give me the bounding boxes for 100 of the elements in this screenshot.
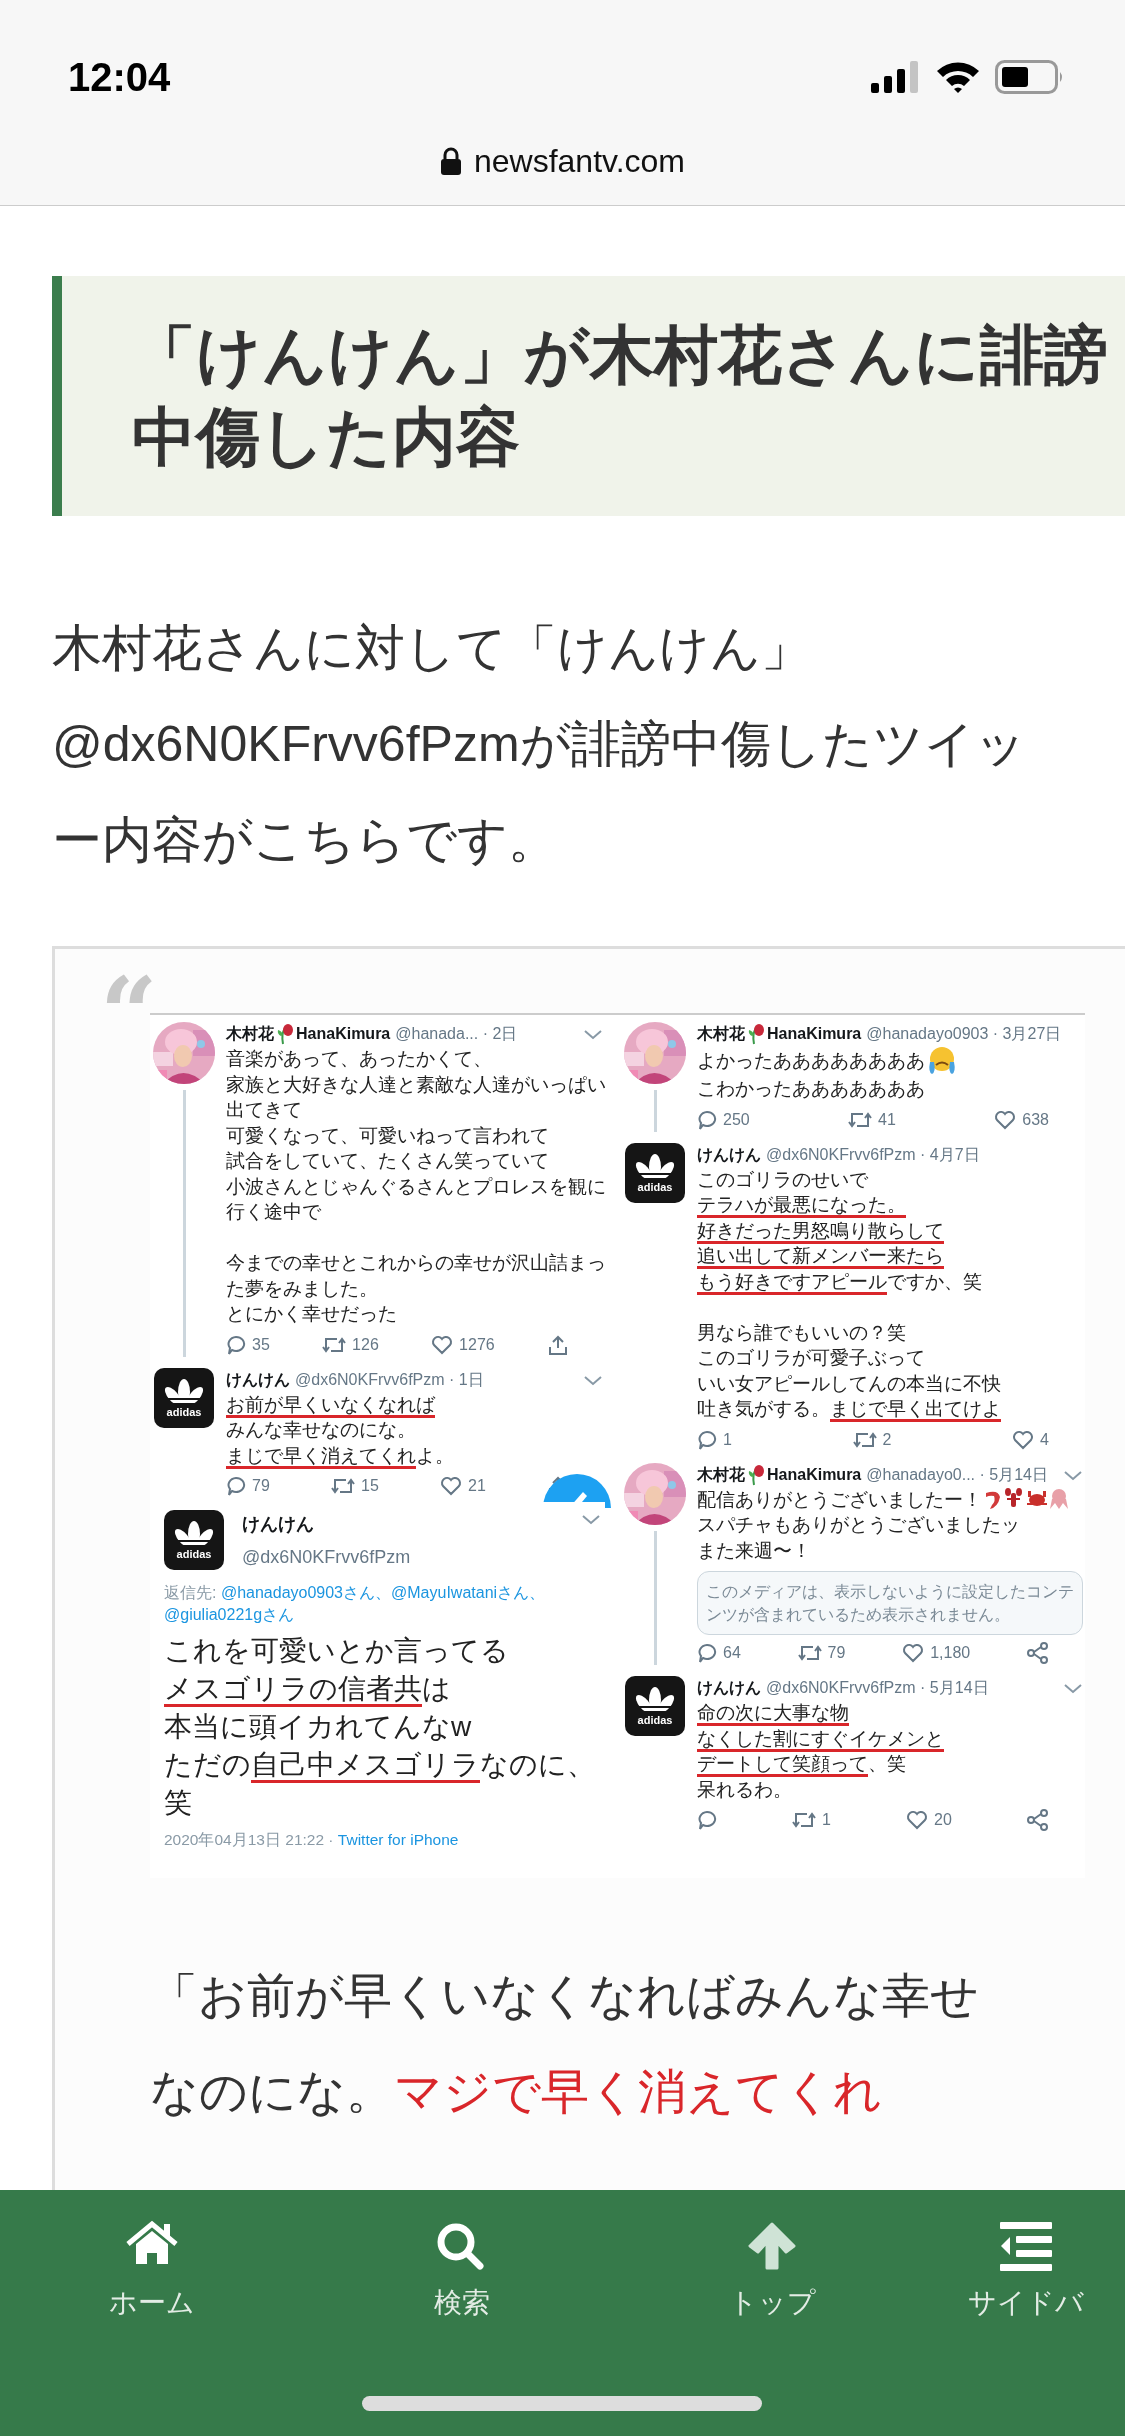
reply-count: 79 xyxy=(252,1476,270,1496)
nav-item[interactable]: ホーム xyxy=(0,2220,307,2320)
reply-icon xyxy=(697,1809,717,1831)
wifi-icon xyxy=(935,60,981,94)
share-icon xyxy=(1027,1642,1049,1664)
nav-item[interactable]: 検索 xyxy=(307,2220,617,2320)
retweet-count: 15 xyxy=(361,1476,379,1496)
tweet-meta: @hanadayo0903 · 3月27日 xyxy=(866,1024,1062,1044)
like-count: 638 xyxy=(1022,1109,1049,1130)
tweet-meta: @dx6N0KFrvv6fPzm · 5月14日 xyxy=(766,1678,989,1698)
heart-icon xyxy=(1012,1428,1035,1451)
battery-icon xyxy=(995,60,1065,94)
tweet-text-line: 男なら誰でもいいの？笑 xyxy=(697,1320,906,1345)
tweet-text-line: 行く途中で xyxy=(226,1200,321,1224)
like-count: 1276 xyxy=(459,1334,495,1355)
reply-to-text: 返信先: @hanadayo0903さん、@MayuIwataniさん、@giulia0221gさん xyxy=(164,1583,547,1625)
retweet-count: 126 xyxy=(352,1334,379,1355)
tweet-text-line: とにかく幸せだった xyxy=(226,1302,397,1326)
heart-icon xyxy=(431,1333,454,1356)
tweet-text-line: 本当に頭イカれてんなw xyxy=(164,1710,472,1744)
tweet-timestamp: 2020年04月13日 21:22 · Twitter for iPhone xyxy=(164,1830,460,1850)
tweet-text-line: テラハが最悪になった。 xyxy=(697,1192,906,1218)
reply-icon xyxy=(226,1333,246,1356)
heart-icon xyxy=(906,1809,929,1831)
user-name: けんけん xyxy=(697,1144,761,1165)
tweet-meta: @dx6N0KFrvv6fPzm · 4月7日 xyxy=(766,1144,980,1165)
user-name: 木村花 xyxy=(226,1024,274,1044)
tweet-text-line: みんな幸せなのにな。 xyxy=(226,1418,416,1442)
tweet-meta: @hanadayo0... · 5月14日 xyxy=(866,1464,1048,1485)
avatar-label: adidas xyxy=(176,1548,212,1560)
reply-count: 1 xyxy=(723,1429,732,1450)
lock-icon xyxy=(439,146,462,175)
user-name: けんけん xyxy=(226,1369,290,1390)
intro-paragraph: 木村花さんに対して「けんけん」 @dx6N0KFrvv6fPzmが誹謗中傷したツイッ ー内容がこちらです。 xyxy=(52,619,1027,870)
tweet-text-line: 可愛くなって、可愛いねって言われて xyxy=(226,1123,549,1148)
tweet-text-line: 追い出して新メンバー来たら xyxy=(697,1243,944,1269)
sidebar-icon xyxy=(998,2220,1054,2272)
tweet-text-line: た夢をみました。 xyxy=(226,1276,378,1301)
user-name: 木村花 xyxy=(697,1464,745,1485)
retweet-count: 2 xyxy=(882,1429,892,1450)
tweet-text-line: 今までの幸せとこれからの幸せが沢山詰まっ xyxy=(226,1251,606,1275)
tweet-meta: @hanada... · 2日 xyxy=(395,1024,518,1044)
tweet-text-line: ただの自己中メスゴリラ なのに、 xyxy=(164,1746,595,1784)
rose-icon xyxy=(276,1022,294,1046)
avatar-label: adidas xyxy=(637,1714,673,1726)
section-heading: 「けんけん」が木村花さんに誹謗 中傷した内容 xyxy=(52,276,1125,516)
quote-text: 「お前が早くいなくなればみんな幸せなのにな。マジで早く消えてくれ xyxy=(150,1968,980,2120)
rose-icon xyxy=(747,1022,765,1046)
tweet-text-line: まじで早く消えてくれよ。 xyxy=(226,1442,454,1468)
quote-mark: “ xyxy=(100,963,158,1013)
tweet-text-line: これを可愛いとか言ってる xyxy=(164,1634,509,1668)
tweet-text-line: 命の次に大事な物 xyxy=(697,1700,849,1726)
heart-icon xyxy=(994,1108,1017,1131)
tweet-text-line: また来週〜！ xyxy=(697,1538,811,1563)
user-name: 木村花 xyxy=(697,1024,745,1044)
like-count: 20 xyxy=(934,1810,952,1830)
trefoil-icon xyxy=(162,1377,206,1406)
reply-icon xyxy=(697,1428,717,1451)
tweet-text-line: 小波さんとじゃんぐるさんとプロレスを観に xyxy=(226,1174,606,1199)
like-count: 4 xyxy=(1040,1429,1049,1450)
page-url[interactable]: newsfantv.com xyxy=(473,136,685,185)
tweet-text-line: 呆れるわ。 xyxy=(697,1777,792,1802)
nav-item[interactable]: サイドバ xyxy=(927,2220,1125,2320)
tweet-text-line: もう好きですアピールですか、笑 xyxy=(697,1268,982,1294)
reply-icon xyxy=(226,1475,246,1497)
avatar-label: adidas xyxy=(166,1405,202,1418)
user-name-latin: HanaKimura xyxy=(296,1024,391,1044)
tweet-text-line: いい女アピールしてんの本当に不快 xyxy=(697,1371,1001,1396)
tweet-text-line: メスゴリラの信者共は xyxy=(164,1670,451,1708)
media-notice: このメディアは、表示しないように設定したコンテンツが含まれているため表示されません。 xyxy=(697,1571,1083,1635)
tweet-meta: @dx6N0KFrvv6fPzm · 1日 xyxy=(295,1369,484,1390)
tweet-text-line: 好きだった男怒鳴り散らして xyxy=(697,1217,944,1243)
share-icon xyxy=(547,1333,569,1356)
user-name-latin: HanaKimura xyxy=(767,1464,862,1485)
trefoil-icon xyxy=(633,1686,677,1714)
crying-emoji-icon xyxy=(927,1046,957,1076)
user-name: けんけん xyxy=(697,1678,761,1698)
tweet-text-line: デートして笑顔って、笑 xyxy=(697,1751,906,1777)
user-handle: @dx6N0KFrvv6fPzm xyxy=(242,1546,411,1569)
reply-count: 64 xyxy=(723,1643,741,1663)
reply-icon xyxy=(697,1108,717,1131)
retweet-count: 41 xyxy=(878,1109,896,1130)
nav-item[interactable]: トップ xyxy=(617,2220,927,2320)
tweet-text-line: このゴリラのせいで xyxy=(697,1167,868,1192)
tweet-text-line: このゴリラが可愛子ぶって xyxy=(697,1346,925,1370)
tweet-text-line: 出てきて xyxy=(226,1098,302,1122)
user-name-latin: HanaKimura xyxy=(767,1024,862,1044)
avatar-label: adidas xyxy=(637,1180,673,1193)
tweet-text-line: 音楽があって、あったかくて、 xyxy=(226,1047,492,1071)
share-icon xyxy=(1027,1809,1049,1831)
reply-icon xyxy=(697,1642,717,1664)
tweet-text-line: 試合をしていて、たくさん笑っていて xyxy=(226,1149,549,1173)
signal-icon xyxy=(871,61,921,93)
trefoil-icon xyxy=(172,1520,216,1548)
tweet-text-line: こわかったあああああああ xyxy=(697,1077,925,1101)
clock-time: 12:04 xyxy=(68,54,171,101)
retweet-count: 79 xyxy=(827,1643,846,1663)
tweet-text-line: よかったああああああああ xyxy=(697,1049,925,1074)
rose-icon xyxy=(747,1462,765,1487)
user-name: けんけん xyxy=(242,1513,315,1536)
